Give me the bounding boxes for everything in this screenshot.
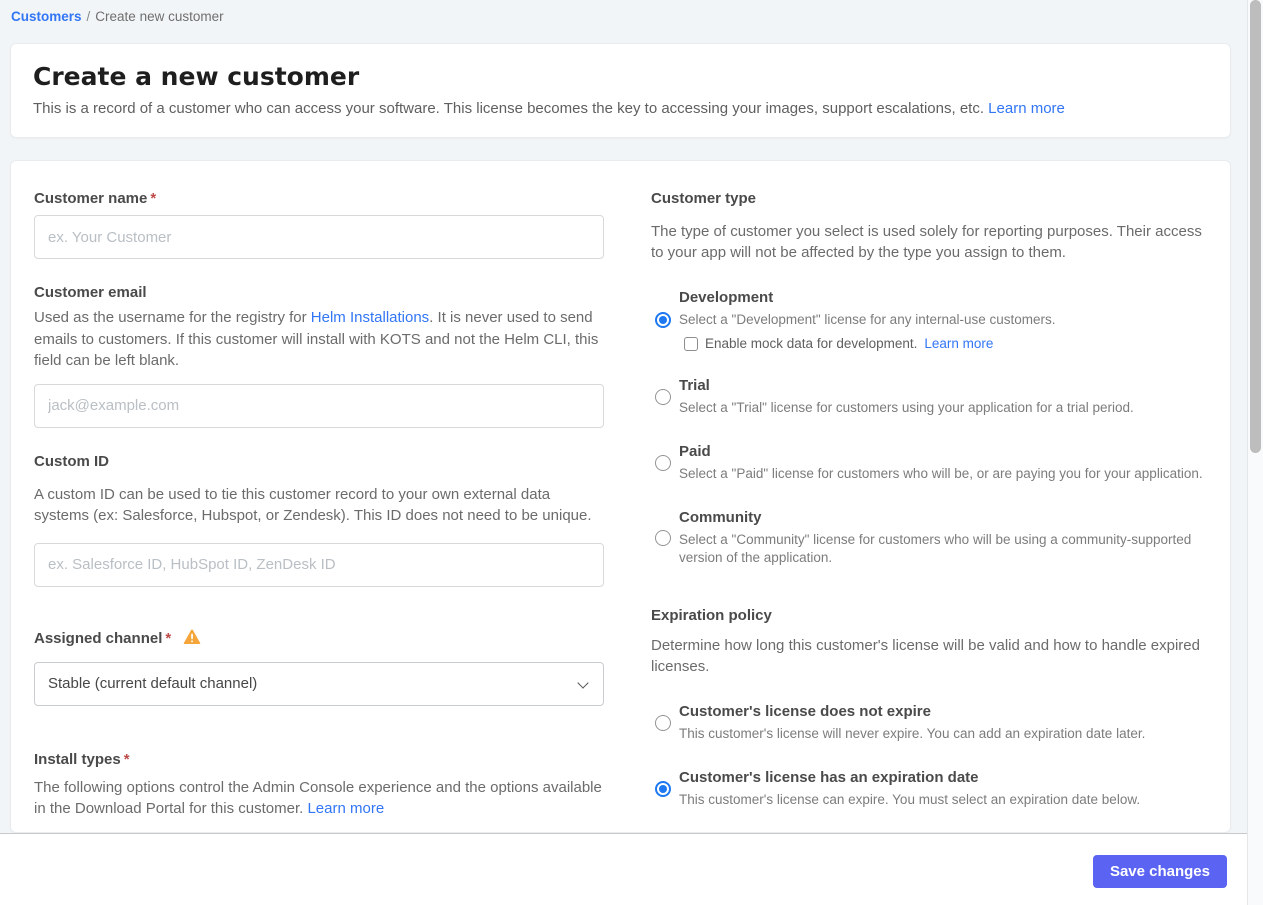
option-paid-label: Paid bbox=[679, 443, 711, 460]
save-changes-button[interactable]: Save changes bbox=[1092, 855, 1227, 888]
radio-community[interactable] bbox=[655, 529, 671, 546]
mock-data-checkbox-row[interactable]: Enable mock data for development. Learn … bbox=[684, 336, 1216, 351]
customer-form-card: Customer name* Customer email Used as th… bbox=[10, 160, 1231, 833]
install-types-label-text: Install types bbox=[34, 750, 121, 768]
radio-trial[interactable] bbox=[655, 388, 671, 405]
custom-id-label: Custom ID bbox=[34, 452, 109, 470]
breadcrumb-separator: / bbox=[86, 9, 91, 24]
expiration-policy-heading: Expiration policy bbox=[651, 607, 772, 624]
radio-development[interactable] bbox=[655, 311, 671, 328]
customer-email-description: Used as the username for the registry fo… bbox=[34, 307, 604, 372]
option-trial-body: Trial Select a "Trial" license for custo… bbox=[679, 376, 1216, 417]
scrollbar-thumb[interactable] bbox=[1250, 0, 1261, 453]
expiration-policy-description: Determine how long this customer's licen… bbox=[651, 637, 1200, 675]
option-community-body: Community Select a "Community" license f… bbox=[679, 508, 1216, 567]
mock-data-checkbox[interactable] bbox=[684, 336, 698, 351]
assigned-channel-selected-value: Stable (current default channel) bbox=[48, 675, 258, 692]
radio-paid[interactable] bbox=[655, 454, 671, 471]
page-header-card: Create a new customer This is a record o… bbox=[10, 43, 1231, 138]
warning-icon bbox=[183, 628, 201, 651]
radio-license-has-expiration[interactable] bbox=[655, 780, 671, 797]
scrollbar-track[interactable] bbox=[1247, 0, 1263, 905]
customer-email-input[interactable] bbox=[34, 383, 604, 428]
page-title: Create a new customer bbox=[33, 62, 360, 91]
customer-name-label: Customer name * bbox=[34, 189, 604, 209]
page-description: This is a record of a customer who can a… bbox=[33, 99, 1230, 119]
mock-data-learn-more-link[interactable]: Learn more bbox=[924, 336, 993, 351]
option-no-expire-label: Customer's license does not expire bbox=[679, 703, 931, 720]
option-community-label: Community bbox=[679, 509, 762, 526]
option-paid-body: Paid Select a "Paid" license for custome… bbox=[679, 442, 1216, 483]
page-description-text: This is a record of a customer who can a… bbox=[33, 100, 984, 117]
expiration-option-no-expire[interactable]: Customer's license does not expire This … bbox=[651, 702, 1216, 743]
customer-type-description: The type of customer you select is used … bbox=[651, 223, 1202, 261]
form-right-column: Customer type The type of customer you s… bbox=[651, 188, 1216, 809]
required-asterisk: * bbox=[150, 190, 157, 207]
option-paid-description: Select a "Paid" license for customers wh… bbox=[679, 466, 1203, 481]
customer-type-option-development[interactable]: Development Select a "Development" licen… bbox=[651, 288, 1216, 351]
option-no-expire-description: This customer's license will never expir… bbox=[679, 726, 1146, 741]
form-footer-bar: Save changes bbox=[0, 833, 1247, 905]
install-types-learn-more-link[interactable]: Learn more bbox=[307, 800, 384, 817]
customer-type-option-trial[interactable]: Trial Select a "Trial" license for custo… bbox=[651, 376, 1216, 417]
breadcrumb: Customers / Create new customer bbox=[11, 9, 224, 24]
assigned-channel-label-text: Assigned channel bbox=[34, 629, 163, 647]
required-asterisk: * bbox=[123, 750, 130, 768]
mock-data-checkbox-label: Enable mock data for development. bbox=[705, 336, 918, 351]
option-trial-description: Select a "Trial" license for customers u… bbox=[679, 400, 1134, 415]
install-types-description: The following options control the Admin … bbox=[34, 777, 604, 820]
option-has-expiration-description: This customer's license can expire. You … bbox=[679, 792, 1141, 807]
option-community-description: Select a "Community" license for custome… bbox=[679, 532, 1192, 565]
assigned-channel-label: Assigned channel * bbox=[34, 628, 604, 651]
helm-installations-link[interactable]: Helm Installations bbox=[311, 309, 429, 326]
form-left-column: Customer name* Customer email Used as th… bbox=[34, 189, 604, 820]
required-asterisk: * bbox=[165, 629, 172, 647]
customer-email-label: Customer email bbox=[34, 284, 147, 301]
customer-name-input[interactable] bbox=[34, 215, 604, 259]
customer-type-option-paid[interactable]: Paid Select a "Paid" license for custome… bbox=[651, 442, 1216, 483]
breadcrumb-current: Create new customer bbox=[95, 9, 224, 24]
customer-type-option-community[interactable]: Community Select a "Community" license f… bbox=[651, 508, 1216, 567]
option-has-expiration-body: Customer's license has an expiration dat… bbox=[679, 768, 1216, 809]
install-types-label: Install types * bbox=[34, 750, 604, 770]
customer-type-heading: Customer type bbox=[651, 190, 757, 207]
option-no-expire-body: Customer's license does not expire This … bbox=[679, 702, 1216, 743]
chevron-down-icon bbox=[577, 676, 589, 689]
header-learn-more-link[interactable]: Learn more bbox=[988, 100, 1065, 117]
customer-email-desc-text-1: Used as the username for the registry fo… bbox=[34, 309, 311, 326]
custom-id-input[interactable] bbox=[34, 542, 604, 587]
custom-id-description: A custom ID can be used to tie this cust… bbox=[34, 485, 592, 525]
option-development-body: Development Select a "Development" licen… bbox=[679, 288, 1216, 351]
radio-license-does-not-expire[interactable] bbox=[655, 714, 671, 731]
option-has-expiration-label: Customer's license has an expiration dat… bbox=[679, 769, 979, 786]
expiration-option-has-expiration[interactable]: Customer's license has an expiration dat… bbox=[651, 768, 1216, 809]
customer-name-label-text: Customer name bbox=[34, 190, 148, 207]
option-development-description: Select a "Development" license for any i… bbox=[679, 312, 1056, 327]
assigned-channel-select[interactable]: Stable (current default channel) bbox=[34, 661, 604, 706]
option-development-label: Development bbox=[679, 289, 774, 306]
breadcrumb-customers-link[interactable]: Customers bbox=[11, 9, 82, 24]
option-trial-label: Trial bbox=[679, 377, 710, 394]
